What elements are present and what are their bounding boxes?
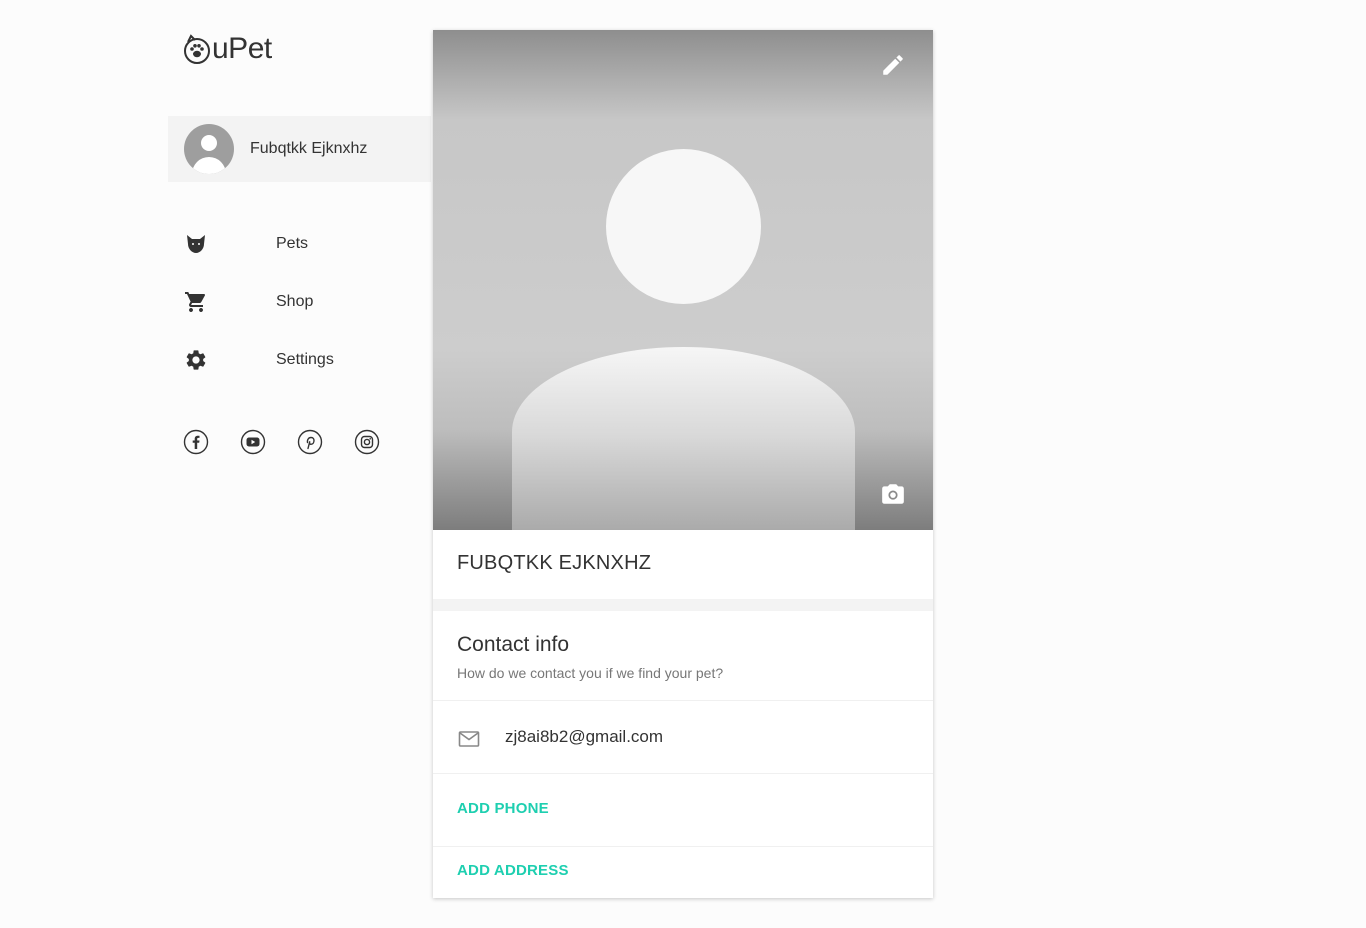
sidebar-item-pets[interactable]: Pets <box>168 224 431 264</box>
sidebar-item-shop[interactable]: Shop <box>168 282 431 322</box>
email-row[interactable]: zj8ai8b2@gmail.com <box>433 701 933 773</box>
paw-logo-icon <box>184 34 210 64</box>
divider <box>433 846 933 847</box>
section-divider <box>433 599 933 611</box>
logo-text: uPet <box>212 32 272 65</box>
instagram-icon[interactable] <box>354 429 380 455</box>
sidebar-item-label: Pets <box>276 235 309 252</box>
user-name: Fubqtkk Ejknxhz <box>250 140 368 157</box>
add-address-button[interactable]: ADD ADDRESS <box>457 862 569 879</box>
profile-photo <box>433 30 933 530</box>
dog-head-icon <box>187 235 205 253</box>
sidebar-item-settings[interactable]: Settings <box>168 340 431 380</box>
pencil-icon[interactable] <box>880 52 906 78</box>
pinterest-icon[interactable] <box>297 429 323 455</box>
placeholder-body <box>512 347 855 530</box>
cart-icon <box>185 292 206 312</box>
sidebar-user-profile[interactable]: Fubqtkk Ejknxhz <box>168 116 431 182</box>
add-phone-button[interactable]: ADD PHONE <box>457 800 549 817</box>
divider <box>433 773 933 774</box>
youtube-icon[interactable] <box>240 429 266 455</box>
placeholder-head <box>606 149 761 304</box>
contact-info-title: Contact info <box>457 633 570 656</box>
upet-logo[interactable]: uPet <box>183 32 272 66</box>
avatar <box>184 124 234 174</box>
sidebar-item-label: Settings <box>276 351 334 368</box>
profile-name-heading: FUBQTKK EJKNXHZ <box>457 552 652 574</box>
facebook-icon[interactable] <box>183 429 209 455</box>
sidebar-item-label: Shop <box>276 293 314 310</box>
mail-icon <box>458 731 480 747</box>
profile-card: FUBQTKK EJKNXHZ Contact info How do we c… <box>433 30 933 898</box>
camera-icon[interactable] <box>880 481 906 507</box>
contact-info-subtitle: How do we contact you if we find your pe… <box>457 665 724 681</box>
gear-icon <box>186 350 206 370</box>
email-value: zj8ai8b2@gmail.com <box>505 727 664 746</box>
